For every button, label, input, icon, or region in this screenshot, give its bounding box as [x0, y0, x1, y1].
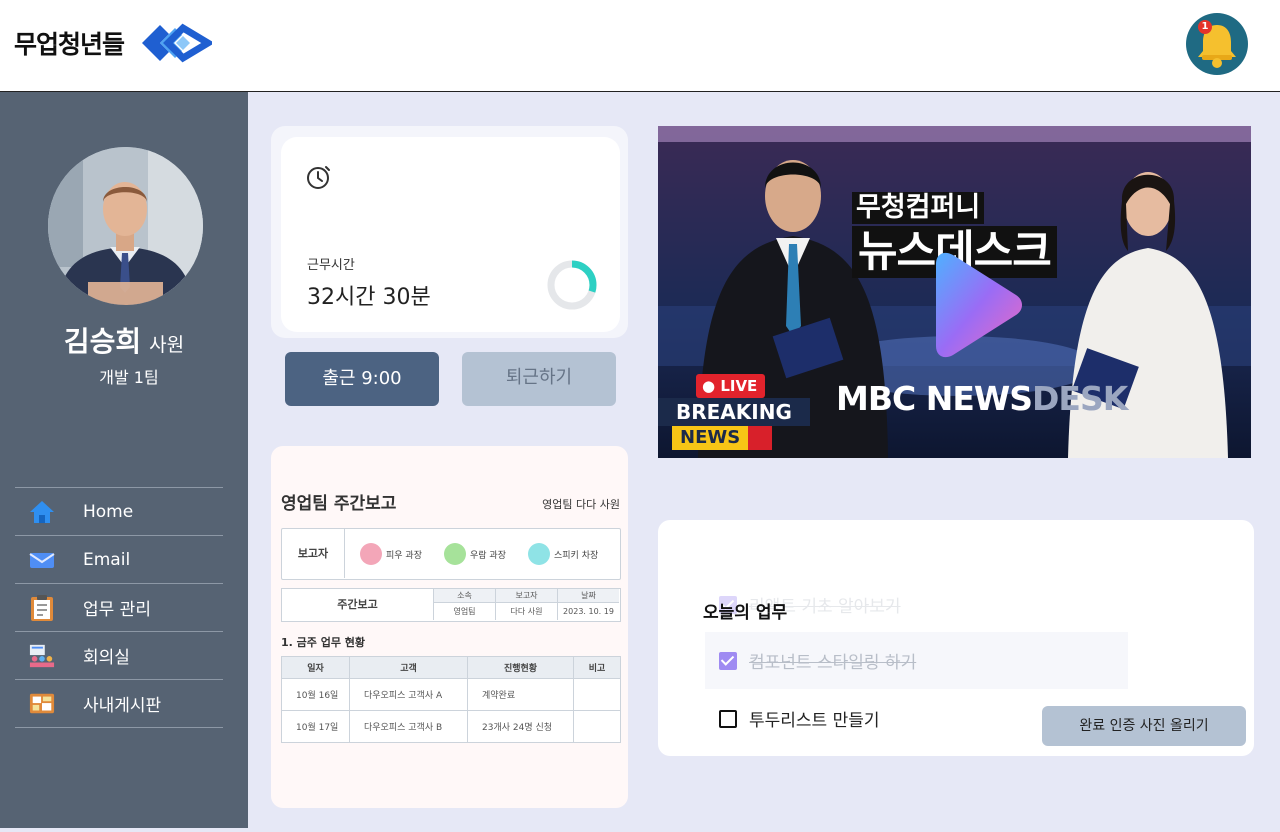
table-cell: 23개사 24명 신청 — [467, 710, 574, 743]
board-icon — [29, 691, 55, 717]
report-reporters: 보고자 피우 과장 우람 과장 스피키 차장 — [281, 528, 621, 580]
todo-item[interactable]: 컴포넌트 스타일링 하기 — [705, 632, 1128, 689]
reporter-3: 스피키 차장 — [528, 543, 598, 565]
meta-col: 소속 영업팀 — [434, 589, 496, 620]
todo-title: 오늘의 업무 — [703, 603, 788, 623]
user-name-line: 김승희 사원 — [0, 320, 248, 360]
table-cell: 10월 17일 — [281, 710, 350, 743]
home-icon — [29, 499, 55, 525]
report-title: 영업팀 주간보고 — [281, 494, 397, 514]
reporter-label: 보고자 — [282, 529, 345, 578]
table-header: 진행현황 — [467, 656, 574, 679]
sidebar-item-board[interactable]: 사내게시판 — [15, 680, 223, 728]
todo-card: 오늘의 업무 리액트 기초 알아보기 컴포넌트 스타일링 하기 투두리스트 만들… — [658, 520, 1254, 756]
table-row: 10월 17일 다우오피스 고객사 B 23개사 24명 신청 — [281, 710, 621, 743]
email-icon — [29, 547, 55, 573]
avatar — [528, 543, 550, 565]
notification-bell[interactable]: 1 — [1186, 13, 1248, 75]
news-banner: NEWS — [672, 426, 773, 450]
sidebar-item-label: 사내게시판 — [83, 696, 162, 716]
top-header: 무업청년들 1 — [0, 0, 1280, 92]
reporter-1: 피우 과장 — [360, 543, 422, 565]
logo[interactable]: 무업청년들 — [14, 14, 213, 72]
live-badge: ● LIVE — [696, 374, 766, 398]
user-name: 김승희 — [63, 325, 142, 358]
sidebar-item-tasks[interactable]: 업무 관리 — [15, 584, 223, 632]
weekly-report-card[interactable]: 영업팀 주간보고 영업팀 다다 사원 보고자 피우 과장 우람 과장 스피키 차… — [271, 446, 628, 808]
report-meta: 주간보고 소속 영업팀 보고자 다다 사원 날짜 2023. 10. 19 — [281, 588, 621, 622]
report-author: 영업팀 다다 사원 — [542, 498, 620, 511]
news-video-player[interactable]: 무청컴퍼니 뉴스데스크 MBC NEWSDESK ● LIVE BREAKING… — [658, 126, 1251, 458]
sidebar-item-label: Email — [83, 549, 131, 570]
breaking-banner: BREAKING — [658, 398, 810, 426]
meta-col: 날짜 2023. 10. 19 — [558, 589, 619, 620]
sidebar-item-label: 회의실 — [83, 648, 130, 668]
logo-mark-icon — [142, 23, 213, 63]
clock-icon — [307, 166, 330, 189]
work-time-label: 근무시간 — [307, 258, 355, 273]
avatar — [444, 543, 466, 565]
avatar — [48, 147, 203, 305]
user-team: 개발 1팀 — [99, 368, 159, 387]
bell-icon — [1198, 25, 1236, 68]
sidebar-nav: Home Email 업무 관리 회의실 사내게시판 — [15, 487, 223, 728]
logo-text: 무업청년들 — [14, 30, 125, 59]
upload-proof-photo-button[interactable]: 완료 인증 사진 올리기 — [1042, 706, 1246, 746]
table-cell: 계약완료 — [467, 678, 574, 711]
clock-out-button[interactable]: 퇴근하기 — [462, 352, 616, 406]
clipboard-icon — [29, 594, 55, 621]
table-cell: 다우오피스 고객사 B — [349, 710, 468, 743]
report-table: 일자 고객 진행현황 비고 10월 16일 다우오피스 고객사 A 계약완료 1… — [281, 656, 621, 743]
sidebar-item-label: Home — [83, 501, 134, 522]
broadcaster-logo: MBC NEWSDESK — [836, 379, 1128, 418]
video-title-small: 무청컴퍼니 — [852, 192, 985, 224]
checkbox-checked[interactable] — [719, 651, 737, 670]
table-cell: 다우오피스 고객사 A — [349, 678, 468, 711]
table-header: 일자 — [281, 656, 350, 679]
sidebar-item-home[interactable]: Home — [15, 488, 223, 536]
sidebar-item-meeting-room[interactable]: 회의실 — [15, 632, 223, 680]
work-time-value: 32시간 30분 — [307, 285, 431, 310]
table-header: 비고 — [573, 656, 621, 679]
meta-col: 보고자 다다 사원 — [496, 589, 558, 620]
notification-badge: 1 — [1198, 20, 1212, 34]
table-cell: 10월 16일 — [281, 678, 350, 711]
meeting-icon — [29, 643, 55, 669]
sidebar-item-label: 업무 관리 — [83, 600, 151, 620]
todo-item-text: 컴포넌트 스타일링 하기 — [749, 653, 917, 673]
checkbox-unchecked[interactable] — [719, 709, 737, 728]
play-icon[interactable] — [926, 250, 1026, 360]
reporter-2: 우람 과장 — [444, 543, 506, 565]
sidebar: 김승희 사원 개발 1팀 Home Email 업무 관리 회의실 사내게시판 — [0, 92, 248, 828]
clock-in-button[interactable]: 출근 9:00 — [285, 352, 439, 406]
avatar — [360, 543, 382, 565]
work-time-progress-ring — [547, 260, 597, 310]
table-row: 10월 16일 다우오피스 고객사 A 계약완료 — [281, 678, 621, 711]
user-rank: 사원 — [149, 334, 185, 356]
table-cell — [573, 710, 621, 743]
report-section-title: 1. 금주 업무 현황 — [281, 636, 366, 649]
work-time-card: 근무시간 32시간 30분 — [281, 137, 620, 332]
todo-item-text: 투두리스트 만들기 — [749, 711, 880, 731]
report-type: 주간보고 — [282, 589, 434, 620]
table-header: 고객 — [349, 656, 468, 679]
table-cell — [573, 678, 621, 711]
sidebar-item-email[interactable]: Email — [15, 536, 223, 584]
